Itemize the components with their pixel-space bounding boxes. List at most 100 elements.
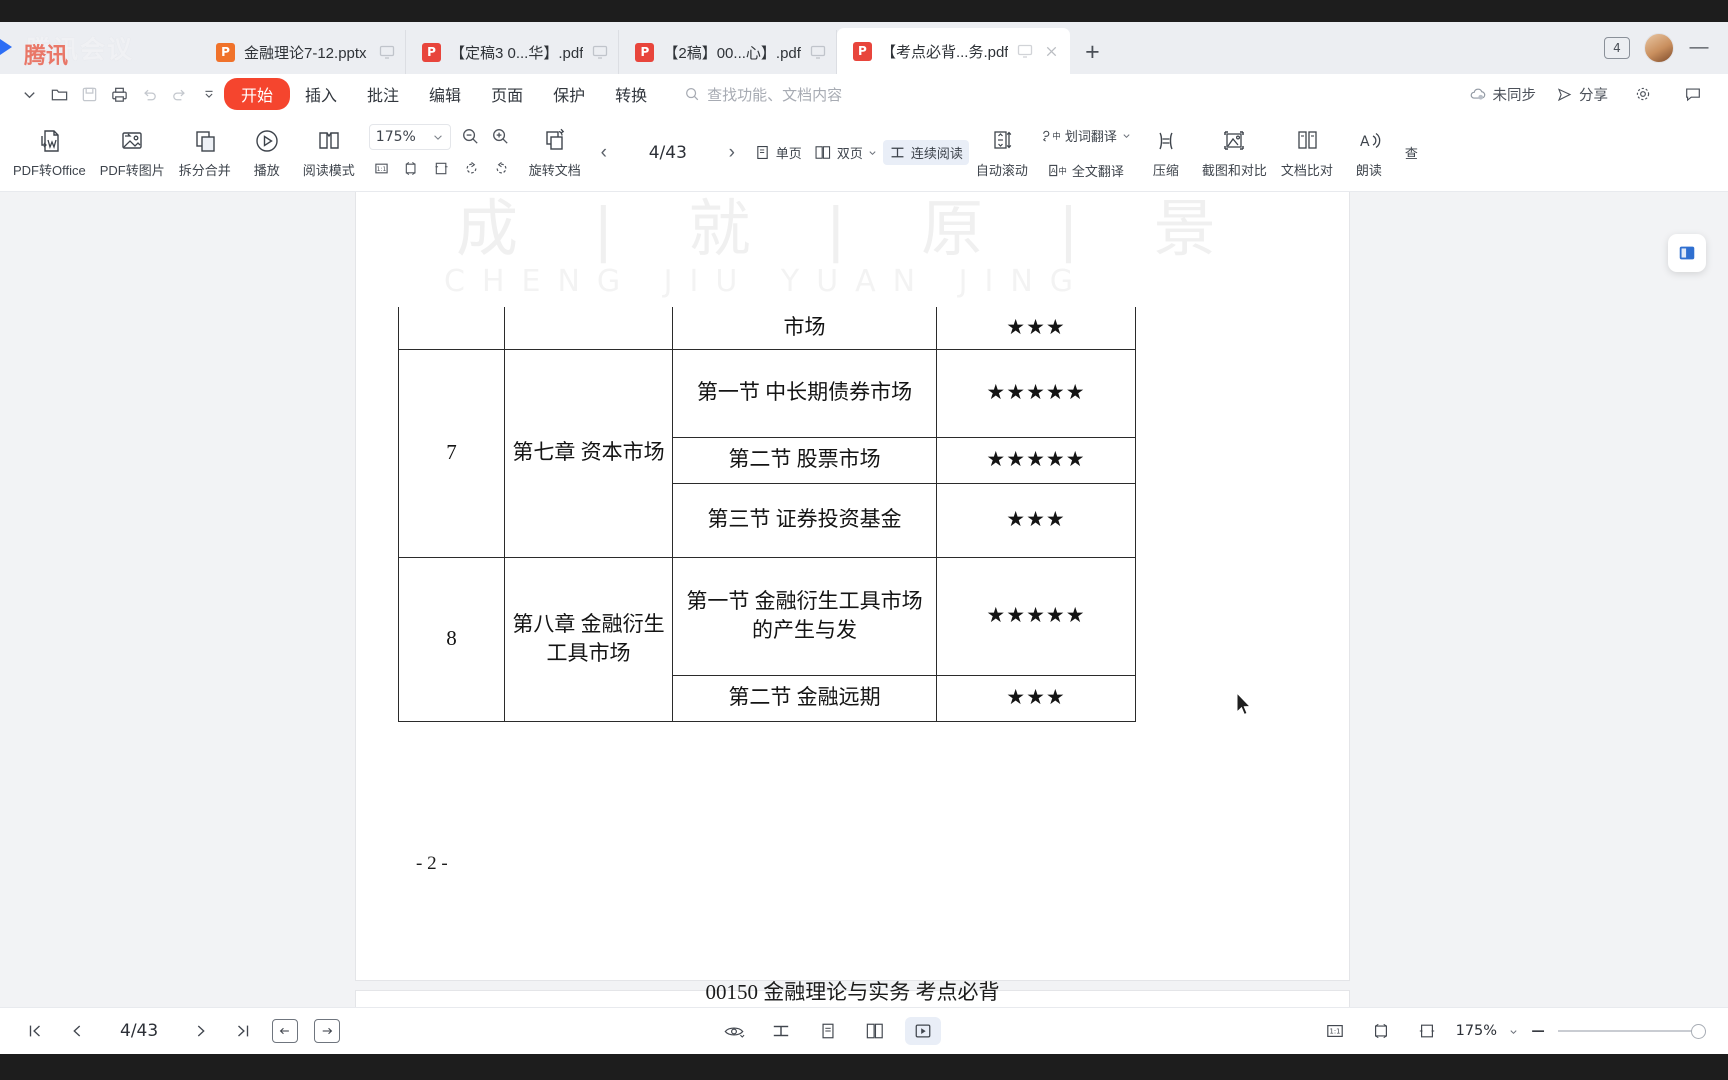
view-single-label: 单页 <box>775 146 802 161</box>
next-page-icon[interactable] <box>188 1018 214 1044</box>
tab-bar: 腾讯 腾讯会议 P 金融理论7-12.pptx P 【定稿3 0...华】.pd… <box>0 22 1728 74</box>
tab-item-3-active[interactable]: P 【考点必背...务.pdf <box>836 28 1071 74</box>
view-continuous-read[interactable]: 连续阅读 <box>882 140 969 165</box>
search-input[interactable]: 查找功能、文档内容 <box>684 84 842 105</box>
open-folder-icon[interactable] <box>44 79 74 109</box>
menu-item-page[interactable]: 页面 <box>476 78 538 110</box>
toolbar-pdf-to-image[interactable]: PDF转图片 <box>93 124 172 181</box>
view-double-page[interactable]: 双页 <box>808 140 883 165</box>
wps-window: 腾讯 腾讯会议 P 金融理论7-12.pptx P 【定稿3 0...华】.pd… <box>0 22 1728 1054</box>
toolbar-screenshot-compare[interactable]: 截图和对比 <box>1195 124 1274 181</box>
toolbar-label: 文档比对 <box>1280 163 1333 178</box>
svg-text:中: 中 <box>1052 130 1060 141</box>
menu-item-edit[interactable]: 编辑 <box>414 78 476 110</box>
first-page-icon[interactable] <box>22 1018 48 1044</box>
prev-page-icon[interactable] <box>64 1018 90 1044</box>
cell-chapter: 第七章 资本市场 <box>504 348 673 558</box>
zoom-slider[interactable] <box>1557 1021 1706 1041</box>
menu-item-insert[interactable]: 插入 <box>290 78 352 110</box>
toolbar-compress[interactable]: 压缩 <box>1137 124 1195 181</box>
undo-icon[interactable] <box>134 79 164 109</box>
tab-item-2[interactable]: P 【2稿】00...心】.pdf <box>619 30 837 74</box>
redo-icon[interactable] <box>164 79 194 109</box>
cell-stars: ★★★ <box>936 674 1136 722</box>
tab-item-1[interactable]: P 【定稿3 0...华】.pdf <box>406 30 620 74</box>
fit-width-icon[interactable] <box>428 155 456 183</box>
brand-red-text: 腾讯 <box>24 44 69 69</box>
chevron-down-icon[interactable] <box>1509 1027 1518 1036</box>
full-translate[interactable]: A中 全文翻译 <box>1042 158 1130 183</box>
cast-icon[interactable] <box>810 44 826 60</box>
status-zoom-level[interactable]: 175% <box>1456 1023 1497 1039</box>
status-page-indicator[interactable]: 4/43 <box>120 1021 158 1041</box>
toolbar-split-merge[interactable]: 拆分合并 <box>172 124 238 181</box>
zoom-level-field[interactable]: 175% <box>368 123 451 150</box>
next-page-button[interactable]: › <box>722 142 742 164</box>
svg-text:A: A <box>1360 134 1370 150</box>
split-merge-icon <box>190 126 220 156</box>
actual-size-icon[interactable]: 1:1 <box>368 155 396 183</box>
page-footer-number: - 2 - <box>416 853 448 874</box>
table-row: 8 第八章 金融衍生工具市场 第一节 金融衍生工具市场的产生与发 ★★★★★ <box>398 556 1136 722</box>
zoom-in-icon[interactable] <box>487 123 515 151</box>
avatar[interactable] <box>1644 33 1674 63</box>
toolbar-label: 旋转文档 <box>528 163 581 178</box>
tab-count-badge[interactable]: 4 <box>1604 37 1630 59</box>
word-translate[interactable]: 中 划词翻译 <box>1035 123 1137 148</box>
back-arrow-icon[interactable] <box>272 1019 299 1043</box>
page-indicator[interactable]: 4/43 <box>640 143 696 163</box>
tab-item-0[interactable]: P 金融理论7-12.pptx <box>200 30 406 74</box>
full-translate-icon: A中 <box>1049 164 1067 176</box>
fit-width-icon[interactable] <box>1410 1017 1444 1045</box>
menu-item-convert[interactable]: 转换 <box>600 78 662 110</box>
actual-size-icon[interactable]: 1:1 <box>1318 1017 1352 1045</box>
save-icon[interactable] <box>74 79 104 109</box>
close-icon[interactable] <box>1042 42 1060 60</box>
view-single-page[interactable]: 单页 <box>748 140 808 165</box>
toolbar-play[interactable]: 播放 <box>238 124 296 181</box>
menu-item-start[interactable]: 开始 <box>224 78 291 110</box>
eye-icon[interactable] <box>717 1017 751 1045</box>
view-double-label: 双页 <box>836 146 863 161</box>
toolbar-label: 查 <box>1404 146 1418 161</box>
new-tab-button[interactable]: + <box>1070 30 1114 74</box>
cast-icon[interactable] <box>1017 43 1033 59</box>
toolbar-more[interactable]: 查 <box>1398 141 1425 164</box>
document-viewport[interactable]: 成 | 就 | 原 | 景 CHENG JIU YUAN JING 市场 ★★★ <box>0 192 1728 1037</box>
last-page-icon[interactable] <box>230 1018 256 1044</box>
zoom-slider-knob[interactable] <box>1690 1023 1706 1039</box>
zoom-minus-button[interactable]: − <box>1530 1020 1546 1042</box>
more-options-icon[interactable] <box>194 79 224 109</box>
toolbar-label: PDF转图片 <box>99 163 165 178</box>
rotate-right-icon[interactable] <box>488 155 516 183</box>
sync-status[interactable]: 未同步 <box>1469 84 1536 105</box>
cell-section: 市场 <box>672 307 937 350</box>
cast-icon[interactable] <box>379 44 395 60</box>
toolbar-doc-compare[interactable]: 文档比对 <box>1274 124 1340 181</box>
zoom-out-icon[interactable] <box>457 123 485 151</box>
share-button[interactable]: 分享 <box>1556 84 1608 105</box>
forward-arrow-icon[interactable] <box>314 1019 341 1043</box>
toolbar-rotate-document[interactable]: 旋转文档 <box>522 124 588 181</box>
toolbar-pdf-to-office[interactable]: PDF转Office <box>6 124 93 181</box>
minimize-button[interactable]: — <box>1688 37 1710 59</box>
toolbar-reading-mode[interactable]: 阅读模式 <box>296 124 362 181</box>
chevron-down-icon[interactable] <box>14 79 44 109</box>
fit-page-icon[interactable] <box>1364 1017 1398 1045</box>
menu-item-comment[interactable]: 批注 <box>352 78 414 110</box>
toolbar-auto-scroll[interactable]: 自动滚动 <box>969 124 1035 181</box>
play-icon[interactable] <box>904 1017 941 1045</box>
rotate-left-icon[interactable] <box>458 155 486 183</box>
double-page-icon[interactable] <box>858 1017 892 1045</box>
comment-icon[interactable] <box>1678 79 1708 109</box>
single-page-icon[interactable] <box>811 1017 845 1045</box>
print-icon[interactable] <box>104 79 134 109</box>
prev-page-button[interactable]: ‹ <box>594 142 614 164</box>
toolbar-read-aloud[interactable]: A 朗读 <box>1340 124 1398 181</box>
floating-panel-button[interactable] <box>1668 234 1706 272</box>
continuous-read-icon[interactable] <box>764 1017 798 1045</box>
cast-icon[interactable] <box>592 44 608 60</box>
menu-item-protect[interactable]: 保护 <box>538 78 600 110</box>
gear-icon[interactable] <box>1628 79 1658 109</box>
fit-page-icon[interactable] <box>398 155 426 183</box>
